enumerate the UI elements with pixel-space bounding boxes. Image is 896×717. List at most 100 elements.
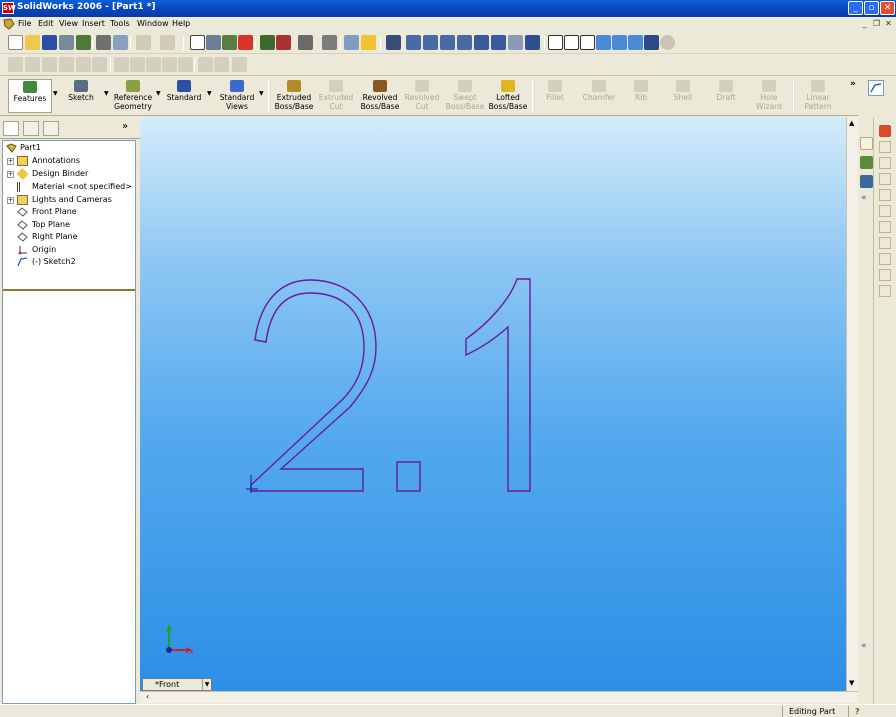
extruded-boss-button[interactable]: Extruded Boss/Base: [272, 79, 316, 113]
fully-define-icon[interactable]: [879, 237, 891, 249]
graphics-viewport[interactable]: X: [140, 117, 846, 691]
convert-entities-icon[interactable]: [178, 57, 193, 72]
revolved-cut-button[interactable]: Revolved Cut: [402, 79, 442, 113]
display-relations-icon[interactable]: [232, 57, 247, 72]
new-document-icon[interactable]: [8, 35, 23, 50]
scroll-down-icon[interactable]: ▼: [849, 679, 854, 687]
fix-icon[interactable]: [879, 269, 891, 281]
horizontal-scrollbar[interactable]: ‹: [140, 691, 858, 703]
menu-view[interactable]: View: [59, 19, 78, 28]
add-relation-icon[interactable]: [879, 205, 891, 217]
zoom-in-out-icon[interactable]: [440, 35, 455, 50]
section-view-icon[interactable]: [644, 35, 659, 50]
linear-pattern-sketch-icon[interactable]: [214, 57, 229, 72]
feature-tree-tab-icon[interactable]: [3, 121, 19, 136]
solidworks-app-icon[interactable]: SW: [2, 2, 16, 14]
menu-file[interactable]: File: [18, 19, 31, 28]
document-icon[interactable]: [3, 18, 15, 30]
chevron-down-icon[interactable]: ▼: [104, 90, 109, 97]
shadows-icon[interactable]: [628, 35, 643, 50]
display-delete-relations-icon[interactable]: [879, 221, 891, 233]
sketch-tab[interactable]: Sketch: [63, 79, 99, 113]
help-icon[interactable]: [361, 35, 376, 50]
baseline-dimension-icon[interactable]: [879, 173, 891, 185]
view-orientation-icon[interactable]: [525, 35, 540, 50]
tree-node-annotations[interactable]: + Annotations: [3, 155, 135, 167]
options-icon[interactable]: [344, 35, 359, 50]
make-drawing-icon[interactable]: [59, 35, 74, 50]
view-tab[interactable]: *Front ▼: [142, 678, 212, 691]
doc-close-button[interactable]: ✕: [883, 19, 894, 29]
extruded-cut-button[interactable]: Extruded Cut: [316, 79, 356, 113]
standard-views-tab[interactable]: Standard Views: [216, 79, 258, 113]
grid-icon[interactable]: [260, 35, 275, 50]
tree-node-origin[interactable]: Origin: [3, 244, 135, 256]
point-icon[interactable]: [8, 57, 23, 72]
tree-node-material[interactable]: Material <not specified>: [3, 181, 135, 193]
rebuild-icon[interactable]: [238, 35, 253, 50]
tree-node-lights-cameras[interactable]: + Lights and Cameras: [3, 194, 135, 206]
check-sketch-icon[interactable]: [879, 285, 891, 297]
features-tab[interactable]: Features: [8, 79, 52, 113]
minimize-button[interactable]: _: [848, 1, 863, 15]
photoworks-icon[interactable]: [298, 35, 313, 50]
draft-button[interactable]: Draft: [709, 79, 743, 113]
smart-dimension-icon[interactable]: [879, 125, 891, 137]
configuration-manager-tab-icon[interactable]: [43, 121, 59, 136]
sketch-tool-icon[interactable]: [222, 35, 237, 50]
revolved-boss-button[interactable]: Revolved Boss/Base: [358, 79, 402, 113]
expand-plus-icon[interactable]: +: [7, 197, 14, 204]
shell-button[interactable]: Shell: [666, 79, 700, 113]
design-library-icon[interactable]: [860, 156, 873, 169]
make-assembly-icon[interactable]: [76, 35, 91, 50]
home-icon[interactable]: [860, 137, 873, 150]
mirror-icon[interactable]: [114, 57, 129, 72]
reference-geometry-tab[interactable]: Reference Geometry: [111, 79, 155, 113]
rotate-view-icon[interactable]: [474, 35, 489, 50]
relation-icon[interactable]: [130, 57, 145, 72]
polygon-icon[interactable]: [59, 57, 74, 72]
expand-plus-icon[interactable]: +: [7, 171, 14, 178]
zoom-to-selection-icon[interactable]: [457, 35, 472, 50]
lofted-boss-button[interactable]: Lofted Boss/Base: [486, 79, 530, 113]
offset-icon[interactable]: [162, 57, 177, 72]
chevron-down-icon[interactable]: ▼: [53, 90, 58, 97]
previous-view-icon[interactable]: [386, 35, 401, 50]
tree-node-right-plane[interactable]: Right Plane: [3, 231, 135, 243]
zoom-to-area-icon[interactable]: [423, 35, 438, 50]
scan-equal-icon[interactable]: [879, 253, 891, 265]
realview-icon[interactable]: [660, 35, 675, 50]
menu-edit[interactable]: Edit: [38, 19, 54, 28]
pan-icon[interactable]: [491, 35, 506, 50]
edit-appearance-icon[interactable]: [322, 35, 337, 50]
redo-icon[interactable]: [160, 35, 175, 50]
chevron-down-icon[interactable]: ▼: [207, 90, 212, 97]
chamfer-button[interactable]: Chamfer: [578, 79, 620, 113]
dimension-icon[interactable]: [198, 57, 213, 72]
construction-icon[interactable]: [146, 57, 161, 72]
open-icon[interactable]: [25, 35, 40, 50]
line-icon[interactable]: [42, 57, 57, 72]
tree-node-front-plane[interactable]: Front Plane: [3, 206, 135, 218]
scroll-up-icon[interactable]: ▲: [849, 119, 854, 127]
standard-tab[interactable]: Standard: [164, 79, 204, 113]
file-explorer-icon[interactable]: [860, 175, 873, 188]
tree-node-sketch2[interactable]: (-) Sketch2: [3, 256, 135, 268]
menu-help[interactable]: Help: [172, 19, 190, 28]
circle-icon[interactable]: [25, 57, 40, 72]
hidden-lines-removed-icon[interactable]: [580, 35, 595, 50]
hidden-lines-visible-icon[interactable]: [564, 35, 579, 50]
select-other-icon[interactable]: [206, 35, 221, 50]
linear-pattern-button[interactable]: Linear Pattern: [797, 79, 839, 113]
scroll-left-icon[interactable]: ‹: [146, 692, 149, 701]
tree-node-design-binder[interactable]: + Design Binder: [3, 168, 135, 180]
print-icon[interactable]: [96, 35, 111, 50]
vertical-dimension-icon[interactable]: [879, 157, 891, 169]
close-button[interactable]: ✕: [880, 1, 895, 15]
collapse-task-pane-icon[interactable]: «: [861, 641, 867, 651]
maximize-button[interactable]: ▫: [864, 1, 879, 15]
doc-minimize-button[interactable]: _: [859, 19, 870, 29]
zoom-to-fit-icon[interactable]: [406, 35, 421, 50]
more-commands-chevron-icon[interactable]: »: [850, 79, 856, 89]
expand-plus-icon[interactable]: +: [7, 158, 14, 165]
